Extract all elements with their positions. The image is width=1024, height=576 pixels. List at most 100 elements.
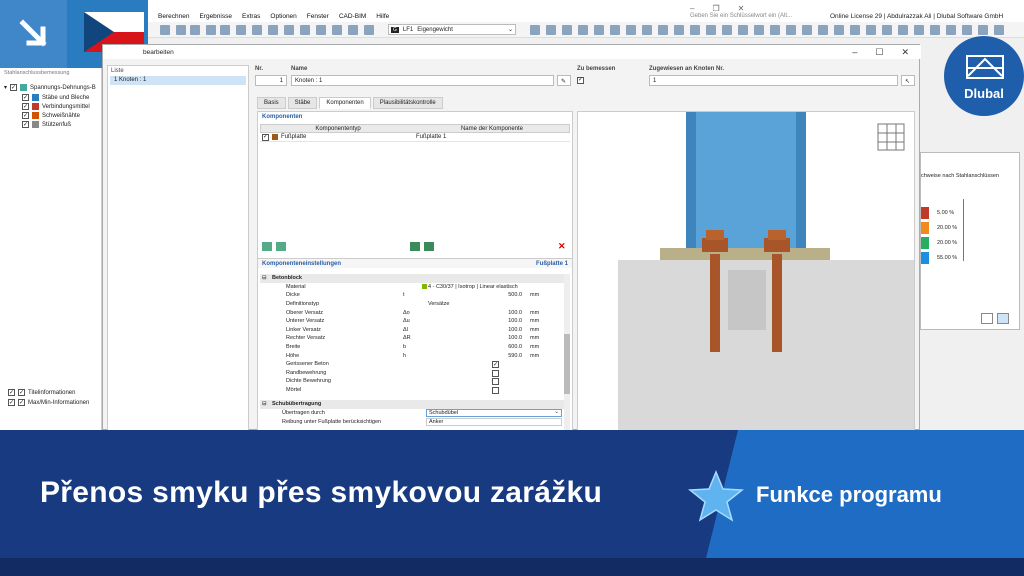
shear-transfer-select[interactable]: Schubdübel ⌄ <box>426 409 562 417</box>
design-checkbox[interactable] <box>577 76 584 84</box>
tree-item-title-info[interactable]: Titelinformationen <box>8 389 75 396</box>
component-checkbox[interactable] <box>262 133 269 141</box>
property-number[interactable]: 590.0 <box>472 353 522 359</box>
toolbar-button-icon[interactable] <box>610 25 620 35</box>
toolbar-button-icon[interactable] <box>818 25 828 35</box>
scrollbar[interactable] <box>564 274 570 432</box>
name-input[interactable]: Knoten : 1 <box>291 75 554 86</box>
menu-item[interactable]: Hilfe <box>376 13 389 20</box>
group-concrete[interactable]: ⊟ Betonblock <box>260 274 564 283</box>
property-number[interactable]: 500.0 <box>472 292 522 298</box>
toolbar-button-icon[interactable] <box>914 25 924 35</box>
toolbar-button-icon[interactable] <box>642 25 652 35</box>
toolbar-button-icon[interactable] <box>946 25 956 35</box>
toolbar-button-icon[interactable] <box>236 25 246 35</box>
property-row[interactable]: Randbewehrung <box>260 369 564 378</box>
property-row[interactable]: Mörtel <box>260 386 564 395</box>
toolbar-button-icon[interactable] <box>562 25 572 35</box>
tree-root[interactable]: ▾ Spannungs-Dehnungs-B <box>4 84 96 91</box>
add-component-icon[interactable] <box>410 242 420 251</box>
group-shear[interactable]: ⊟ Schubübertragung <box>260 400 564 409</box>
toolbar-button-icon[interactable] <box>722 25 732 35</box>
list-item[interactable]: 1 Knoten : 1 <box>110 76 246 85</box>
collapse-icon[interactable]: ⊟ <box>262 401 267 407</box>
property-row[interactable]: Dicke t 500.0 mm <box>260 291 564 300</box>
property-number[interactable]: 100.0 <box>472 310 522 316</box>
keyword-search-input[interactable]: Geben Sie ein Schlüsselwort ein (Alt... <box>690 13 820 22</box>
property-row[interactable]: Rechter Versatz ΔR 100.0 mm <box>260 334 564 343</box>
property-row[interactable]: Unterer Versatz Δu 100.0 mm <box>260 317 564 326</box>
property-checkbox[interactable] <box>492 361 499 368</box>
toolbar-button-icon[interactable] <box>332 25 342 35</box>
property-row[interactable]: Gerissener Beton <box>260 360 564 369</box>
property-row[interactable]: Höhe h 590.0 mm <box>260 351 564 360</box>
panel-tool-icon[interactable] <box>981 313 993 324</box>
tree-checkbox[interactable] <box>8 389 15 396</box>
property-row[interactable]: Dichte Bewehrung <box>260 377 564 386</box>
toolbar-button-icon[interactable] <box>348 25 358 35</box>
tab[interactable]: Komponenten <box>319 97 371 109</box>
toolbar-button-icon[interactable] <box>364 25 374 35</box>
toolbar-button-icon[interactable] <box>738 25 748 35</box>
close-icon[interactable]: ✕ <box>901 47 909 58</box>
assigned-input[interactable]: 1 <box>649 75 898 86</box>
tree-item[interactable]: Stützenfuß <box>22 121 71 128</box>
toolbar-button-icon[interactable] <box>898 25 908 35</box>
tree-checkbox[interactable] <box>22 112 29 119</box>
library-icon[interactable] <box>424 242 434 251</box>
toolbar-button-icon[interactable] <box>190 25 200 35</box>
toolbar-button-icon[interactable] <box>850 25 860 35</box>
edit-name-icon[interactable]: ✎ <box>557 75 571 86</box>
property-row[interactable]: Übertragen durch Schubdübel ⌄ <box>260 409 564 418</box>
tree-checkbox[interactable] <box>22 121 29 128</box>
restore-icon[interactable]: ❐ <box>712 4 719 13</box>
toolbar-button-icon[interactable] <box>658 25 668 35</box>
property-row[interactable]: Definitionstyp Versätze <box>260 300 564 309</box>
toolbar-button-icon[interactable] <box>786 25 796 35</box>
property-row[interactable]: Breite b 600.0 mm <box>260 343 564 352</box>
minimize-icon[interactable]: – <box>690 4 694 13</box>
toolbar-button-icon[interactable] <box>594 25 604 35</box>
property-number[interactable]: 100.0 <box>472 327 522 333</box>
tab[interactable]: Basis <box>257 97 286 109</box>
move-up-icon[interactable] <box>262 242 272 251</box>
toolbar-button-icon[interactable] <box>206 25 216 35</box>
panel-tool-icon[interactable] <box>997 313 1009 324</box>
property-number[interactable]: 100.0 <box>472 335 522 341</box>
toolbar-button-icon[interactable] <box>316 25 326 35</box>
property-checkbox[interactable] <box>492 369 499 377</box>
menu-item[interactable]: Optionen <box>270 13 296 20</box>
toolbar-button-icon[interactable] <box>962 25 972 35</box>
toolbar-button-icon[interactable] <box>690 25 700 35</box>
toolbar-button-icon[interactable] <box>802 25 812 35</box>
nr-input[interactable]: 1 <box>255 75 287 86</box>
tree-item[interactable]: Schweißnähte <box>22 112 80 119</box>
tree-checkbox[interactable] <box>22 103 29 110</box>
property-number[interactable]: 100.0 <box>472 318 522 324</box>
tree-item[interactable]: Stäbe und Bleche <box>22 94 89 101</box>
menu-item[interactable]: Berechnen <box>158 13 189 20</box>
menu-item[interactable]: CAD-BIM <box>339 13 366 20</box>
menu-item[interactable]: Ergebnisse <box>199 13 232 20</box>
toolbar-button-icon[interactable] <box>530 25 540 35</box>
toolbar-button-icon[interactable] <box>754 25 764 35</box>
menu-item[interactable]: Extras <box>242 13 260 20</box>
property-row[interactable]: Oberer Versatz Δo 100.0 mm <box>260 308 564 317</box>
property-row[interactable]: Reibung unter Fußplatte berücksichtigen … <box>260 418 564 427</box>
toolbar-button-icon[interactable] <box>578 25 588 35</box>
scrollbar-thumb[interactable] <box>564 334 570 394</box>
tab[interactable]: Stäbe <box>287 97 318 109</box>
delete-icon[interactable]: ✕ <box>558 241 566 252</box>
toolbar-button-icon[interactable] <box>674 25 684 35</box>
toolbar-button-icon[interactable] <box>866 25 876 35</box>
toolbar-button-icon[interactable] <box>994 25 1004 35</box>
tree-checkbox[interactable] <box>22 94 29 101</box>
tree-checkbox[interactable] <box>8 399 15 406</box>
minimize-icon[interactable]: – <box>852 47 857 58</box>
close-icon[interactable]: ✕ <box>738 4 745 13</box>
property-checkbox[interactable] <box>492 378 499 386</box>
toolbar-button-icon[interactable] <box>930 25 940 35</box>
tree-item-maxmin-info[interactable]: Max/Min-Informationen <box>8 399 89 406</box>
toolbar-button-icon[interactable] <box>268 25 278 35</box>
toolbar-button-icon[interactable] <box>252 25 262 35</box>
